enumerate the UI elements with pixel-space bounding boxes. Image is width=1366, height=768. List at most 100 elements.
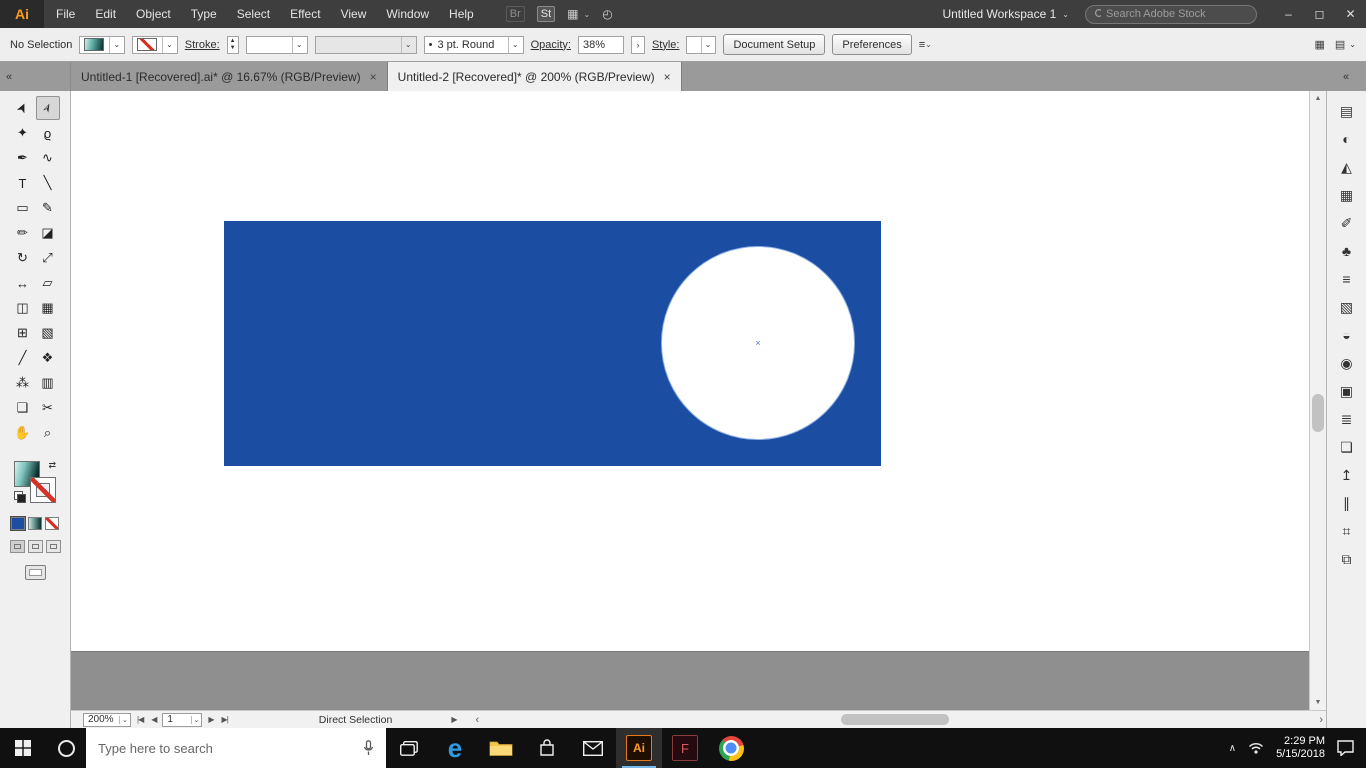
tool-direct-selection[interactable]: ➢ bbox=[35, 96, 60, 120]
tool-symbol-sprayer[interactable]: ⁂ bbox=[11, 371, 35, 395]
tool-free-transform[interactable]: ▱ bbox=[36, 271, 60, 295]
tool-mesh[interactable]: ⊞ bbox=[11, 321, 35, 345]
tab-close-icon[interactable]: × bbox=[370, 70, 377, 84]
tool-rotate[interactable]: ↻ bbox=[11, 246, 35, 270]
swap-fill-stroke-icon[interactable]: ⇄ bbox=[48, 461, 56, 470]
taskbar-clock[interactable]: 2:29 PM 5/15/2018 bbox=[1276, 735, 1325, 761]
opacity-field[interactable]: 38% bbox=[577, 35, 624, 54]
tool-curvature[interactable]: ∿ bbox=[36, 146, 60, 170]
panel-brushes[interactable]: ✐ bbox=[1332, 209, 1362, 237]
tool-lasso[interactable]: ϱ bbox=[36, 121, 60, 145]
opacity-panel-link[interactable]: Opacity: bbox=[531, 39, 571, 51]
tool-perspective-grid[interactable]: ▦ bbox=[36, 296, 60, 320]
style-dropdown[interactable]: ⌄ bbox=[686, 35, 717, 54]
tool-paintbrush[interactable]: ✎ bbox=[36, 196, 60, 220]
artboard-dropdown[interactable]: 1 ⌄ bbox=[162, 712, 203, 727]
none-button[interactable] bbox=[45, 517, 59, 530]
panel-color[interactable]: ◐ bbox=[1332, 125, 1362, 153]
edge-button[interactable]: e bbox=[432, 728, 478, 768]
panel-symbols[interactable]: ♣ bbox=[1332, 237, 1362, 265]
right-dock-header[interactable]: « bbox=[1326, 62, 1366, 91]
tool-shape-builder[interactable]: ◫ bbox=[11, 296, 35, 320]
menu-type[interactable]: Type bbox=[181, 0, 227, 28]
task-view-button[interactable] bbox=[386, 728, 432, 768]
draw-normal-button[interactable] bbox=[9, 540, 25, 553]
stroke-weight-dropdown[interactable]: ⌄ bbox=[245, 35, 308, 54]
first-artboard-icon[interactable]: |◀ bbox=[135, 715, 145, 724]
menu-help[interactable]: Help bbox=[439, 0, 484, 28]
tool-magic-wand[interactable]: ✦ bbox=[11, 121, 35, 145]
next-artboard-icon[interactable]: ▶ bbox=[206, 715, 215, 724]
tool-slice[interactable]: ✂ bbox=[36, 396, 60, 420]
gpu-performance-icon[interactable]: ◴ bbox=[602, 7, 612, 21]
style-panel-link[interactable]: Style: bbox=[652, 39, 680, 51]
status-menu-icon[interactable]: ▶ bbox=[451, 715, 457, 724]
screen-mode-button[interactable] bbox=[24, 565, 46, 580]
taskbar-search[interactable] bbox=[86, 728, 386, 768]
minimize-button[interactable]: – bbox=[1273, 0, 1304, 28]
stroke-weight-stepper[interactable]: ▲ ▼ bbox=[226, 35, 239, 54]
draw-behind-button[interactable] bbox=[27, 540, 43, 553]
default-fill-stroke-icon[interactable] bbox=[14, 491, 26, 503]
store-button[interactable] bbox=[524, 728, 570, 768]
stroke-color-dropdown[interactable]: ⌄ bbox=[132, 35, 178, 54]
panel-stroke[interactable]: ≡ bbox=[1332, 265, 1362, 293]
menu-file[interactable]: File bbox=[46, 0, 85, 28]
hidden-icons-chevron-icon[interactable]: ∧ bbox=[1229, 743, 1236, 754]
tool-zoom[interactable]: ⌕ bbox=[36, 421, 60, 445]
panel-swatches[interactable]: ▦ bbox=[1332, 181, 1362, 209]
horizontal-scrollbar[interactable] bbox=[485, 713, 1313, 726]
previous-artboard-icon[interactable]: ◀ bbox=[149, 715, 158, 724]
menu-object[interactable]: Object bbox=[126, 0, 181, 28]
tool-eyedropper[interactable]: ╱ bbox=[11, 346, 35, 370]
mail-button[interactable] bbox=[570, 728, 616, 768]
variable-width-profile-dropdown[interactable]: • 3 pt. Round ⌄ bbox=[423, 35, 524, 54]
panel-artboards[interactable]: ❏ bbox=[1332, 433, 1362, 461]
start-button[interactable] bbox=[0, 728, 46, 768]
menu-select[interactable]: Select bbox=[227, 0, 280, 28]
document-tab-untitled-2[interactable]: Untitled-2 [Recovered]* @ 200% (RGB/Prev… bbox=[387, 62, 682, 91]
panel-appearance[interactable]: ◉ bbox=[1332, 349, 1362, 377]
canvas-area[interactable]: × ▲ ▼ bbox=[71, 91, 1326, 710]
last-artboard-icon[interactable]: ▶| bbox=[220, 715, 230, 724]
restore-button[interactable]: ◻ bbox=[1304, 0, 1335, 28]
document-tab-untitled-1[interactable]: Untitled-1 [Recovered].ai* @ 16.67% (RGB… bbox=[71, 62, 388, 91]
adobe-stock-search[interactable] bbox=[1085, 4, 1257, 24]
gradient-button[interactable] bbox=[28, 517, 42, 530]
file-explorer-button[interactable] bbox=[478, 728, 524, 768]
tool-pencil[interactable]: ✏ bbox=[11, 221, 35, 245]
tool-pen[interactable]: ✒ bbox=[11, 146, 35, 170]
scroll-up-icon[interactable]: ▲ bbox=[1310, 91, 1326, 106]
arrange-documents-icon[interactable]: ▦ bbox=[1314, 38, 1324, 51]
chrome-button[interactable] bbox=[708, 728, 754, 768]
taskbar-search-input[interactable] bbox=[98, 740, 359, 756]
panel-color-guide[interactable]: ◭ bbox=[1332, 153, 1362, 181]
stroke-swatch[interactable] bbox=[30, 477, 56, 503]
menu-view[interactable]: View bbox=[331, 0, 377, 28]
white-circle[interactable]: × bbox=[661, 246, 855, 440]
arrange-documents-icon[interactable]: ▦ bbox=[567, 7, 578, 21]
adobe-stock-icon[interactable]: St bbox=[536, 6, 556, 22]
menu-effect[interactable]: Effect bbox=[280, 0, 330, 28]
stepper-down-icon[interactable]: ▼ bbox=[230, 45, 236, 52]
vertical-scroll-thumb[interactable] bbox=[1312, 394, 1324, 433]
panel-transform[interactable]: ⌗ bbox=[1332, 517, 1362, 545]
wifi-icon[interactable] bbox=[1248, 742, 1264, 754]
zoom-dropdown[interactable]: 200% ⌄ bbox=[83, 712, 131, 727]
tool-artboard[interactable]: ❏ bbox=[11, 396, 35, 420]
action-center-icon[interactable] bbox=[1337, 740, 1354, 756]
tool-column-graph[interactable]: ▥ bbox=[36, 371, 60, 395]
close-button[interactable]: ✕ bbox=[1335, 0, 1366, 28]
tab-close-icon[interactable]: × bbox=[664, 70, 671, 84]
adobe-f-app-button[interactable]: F bbox=[662, 728, 708, 768]
vertical-scrollbar[interactable]: ▲ ▼ bbox=[1309, 91, 1326, 710]
bridge-icon[interactable]: Br bbox=[505, 6, 525, 22]
tool-eraser[interactable]: ◪ bbox=[36, 221, 60, 245]
draw-inside-button[interactable] bbox=[45, 540, 61, 553]
horizontal-scroll-thumb[interactable] bbox=[841, 714, 949, 725]
scroll-right-icon[interactable]: › bbox=[1319, 714, 1323, 726]
tool-hand[interactable]: ✋ bbox=[11, 421, 35, 445]
microphone-icon[interactable] bbox=[363, 740, 374, 756]
menu-window[interactable]: Window bbox=[376, 0, 439, 28]
panel-transparency[interactable]: ◒ bbox=[1332, 321, 1362, 349]
